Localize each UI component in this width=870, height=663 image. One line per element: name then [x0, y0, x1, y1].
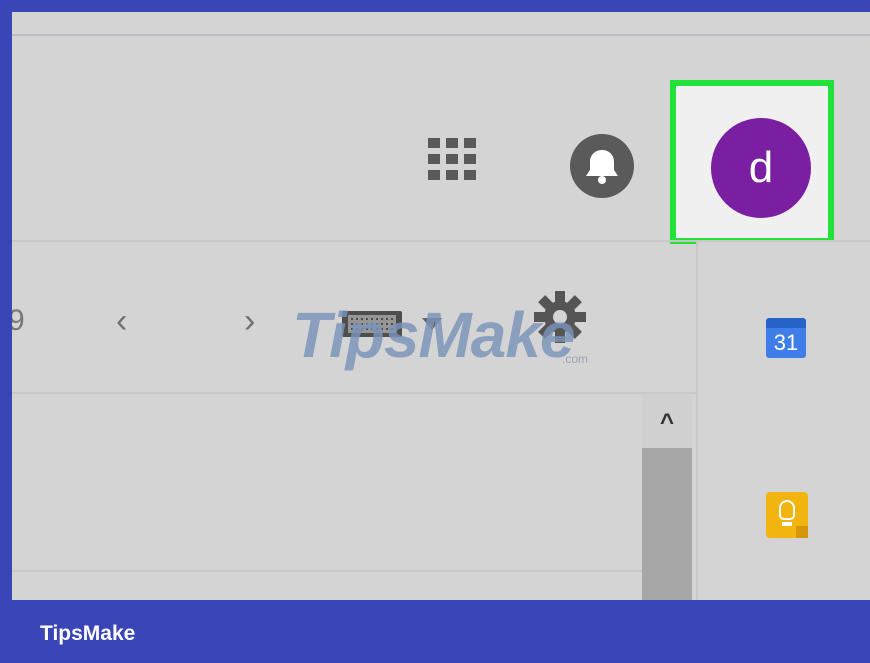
scrollbar-thumb[interactable]	[642, 448, 692, 600]
row-divider	[12, 570, 642, 572]
brand-footer: TipsMake	[0, 600, 870, 663]
page-count-fragment: 9	[12, 304, 25, 337]
app-frame: d 9 ‹ › TipsMake .com ^ 31	[12, 12, 870, 600]
lightbulb-base	[782, 522, 792, 526]
side-panel: 31	[696, 242, 870, 600]
footer-brand-label: TipsMake	[40, 622, 136, 645]
google-keep-icon[interactable]	[766, 492, 808, 538]
watermark-suffix: .com	[562, 352, 589, 366]
account-avatar[interactable]: d	[711, 118, 811, 218]
vertical-scrollbar[interactable]: ^	[642, 394, 692, 600]
lightbulb-icon	[779, 500, 795, 520]
scroll-up-arrow-icon[interactable]: ^	[652, 408, 682, 438]
message-list-area	[12, 394, 642, 600]
header-bar: d	[12, 36, 870, 244]
note-corner	[796, 526, 808, 538]
chevron-right-icon[interactable]: ›	[244, 302, 255, 341]
google-calendar-icon[interactable]: 31	[766, 318, 806, 358]
watermark-logo: TipsMake	[292, 299, 575, 371]
account-highlight-box: d	[670, 80, 834, 244]
calendar-day: 31	[766, 328, 806, 358]
apps-grid-icon[interactable]	[428, 138, 478, 188]
bell-icon	[586, 150, 618, 184]
notifications-button[interactable]	[570, 134, 634, 198]
chevron-left-icon[interactable]: ‹	[116, 302, 127, 341]
